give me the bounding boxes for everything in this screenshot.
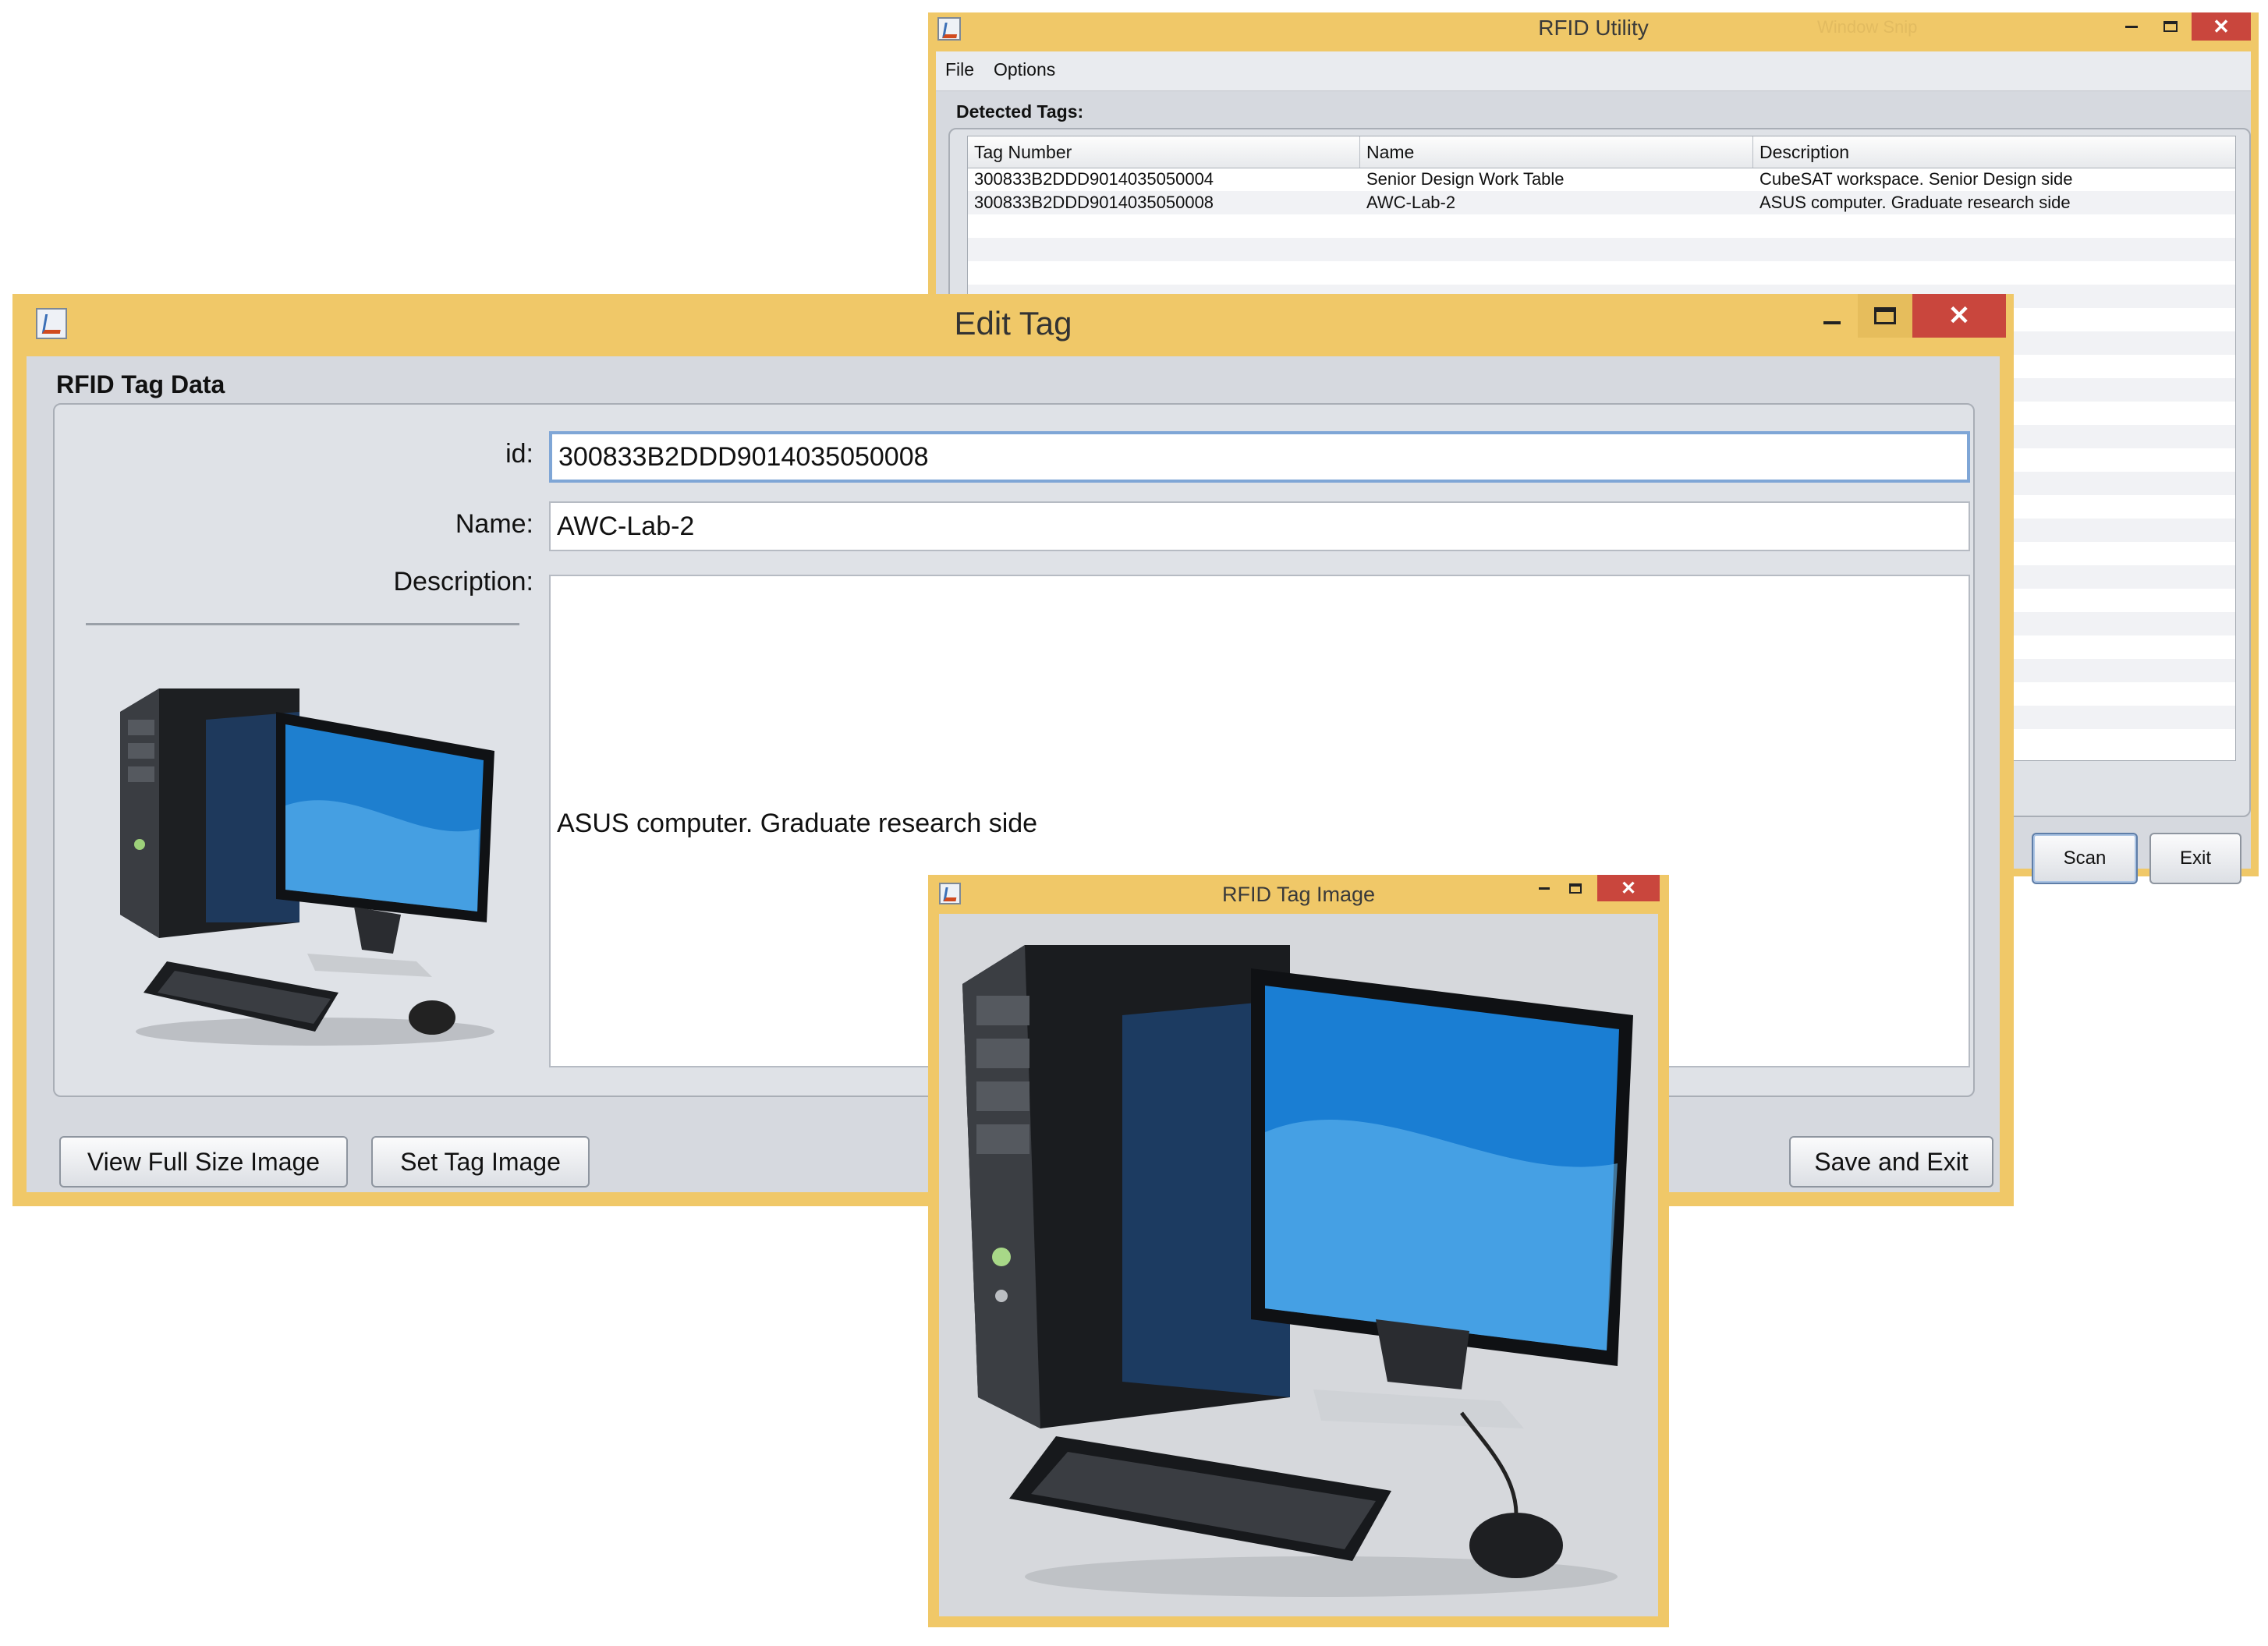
minimize-icon [1823,321,1841,324]
table-row[interactable] [968,214,2235,238]
tag-image-thumbnail [105,665,510,1055]
minimize-button[interactable] [1806,294,1858,338]
image-display-area [939,914,1658,1616]
set-tag-image-button[interactable]: Set Tag Image [371,1136,590,1188]
name-label: Name: [455,509,533,539]
close-button[interactable]: ✕ [1912,294,2006,338]
table-row[interactable]: 300833B2DDD9014035050004 Senior Design Wo… [968,168,2235,191]
id-label: id: [505,439,533,469]
maximize-icon [1874,307,1896,324]
minimize-button[interactable] [1529,875,1560,901]
thumbnail-separator [86,623,519,625]
maximize-icon [2163,21,2178,32]
col-description[interactable]: Description [1753,136,2235,168]
table-row[interactable] [968,238,2235,261]
window-snip-hint: Window Snip [1817,17,1918,37]
description-label: Description: [393,567,533,596]
title-bar[interactable]: RFID Utility Window Snip ✕ [928,12,2259,51]
group-label-rfid-tag-data: RFID Tag Data [56,370,225,398]
exit-button[interactable]: Exit [2149,833,2241,884]
close-button[interactable]: ✕ [1597,875,1660,901]
table-row[interactable] [968,261,2235,285]
id-field[interactable]: 300833B2DDD9014035050008 [549,431,1970,483]
description-text: ASUS computer. Graduate research side [557,809,1038,838]
menu-options[interactable]: Options [994,59,1055,80]
close-icon: ✕ [2213,14,2230,38]
menu-file[interactable]: File [945,59,974,80]
maximize-button[interactable] [1560,875,1591,901]
menu-bar: File Options [936,51,2251,91]
view-full-size-image-button[interactable]: View Full Size Image [59,1136,348,1188]
close-button[interactable]: ✕ [2192,12,2251,41]
minimize-button[interactable] [2114,12,2149,41]
col-name[interactable]: Name [1360,136,1753,168]
desktop-computer-icon [962,945,1633,1597]
table-cell: 300833B2DDD9014035050008 [974,193,1214,212]
window-title: Edit Tag [954,305,1072,342]
minimize-icon [1539,887,1550,890]
detected-tags-label: Detected Tags: [956,101,1084,122]
close-icon: ✕ [1947,301,1971,331]
table-cell: CubeSAT workspace. Senior Design side [1759,169,2073,189]
maximize-button[interactable] [2153,12,2188,41]
col-tag-number[interactable]: Tag Number [968,136,1360,168]
window-title: RFID Utility [1538,16,1649,40]
close-icon: ✕ [1620,877,1637,899]
scan-button[interactable]: Scan [2032,833,2138,884]
table-cell: Senior Design Work Table [1366,169,1565,189]
table-cell: ASUS computer. Graduate research side [1759,193,2071,212]
name-field[interactable]: AWC-Lab-2 [549,501,1970,551]
table-header: Tag Number Name Description [968,136,2235,168]
title-bar[interactable]: RFID Tag Image ✕ [928,875,1669,914]
save-and-exit-button[interactable]: Save and Exit [1789,1136,1993,1188]
rfid-tag-image-window: RFID Tag Image ✕ [928,875,1669,1627]
maximize-icon [1569,883,1582,894]
table-row[interactable]: 300833B2DDD9014035050008 AWC-Lab-2 ASUS co… [968,191,2235,214]
table-cell: AWC-Lab-2 [1366,193,1456,212]
tag-image-full [955,929,1649,1616]
table-cell: 300833B2DDD9014035050004 [974,169,1214,189]
minimize-icon [2125,25,2138,28]
desktop-computer-icon [120,688,494,1046]
maximize-button[interactable] [1858,294,1912,338]
title-bar[interactable]: Edit Tag ✕ [12,294,2014,356]
